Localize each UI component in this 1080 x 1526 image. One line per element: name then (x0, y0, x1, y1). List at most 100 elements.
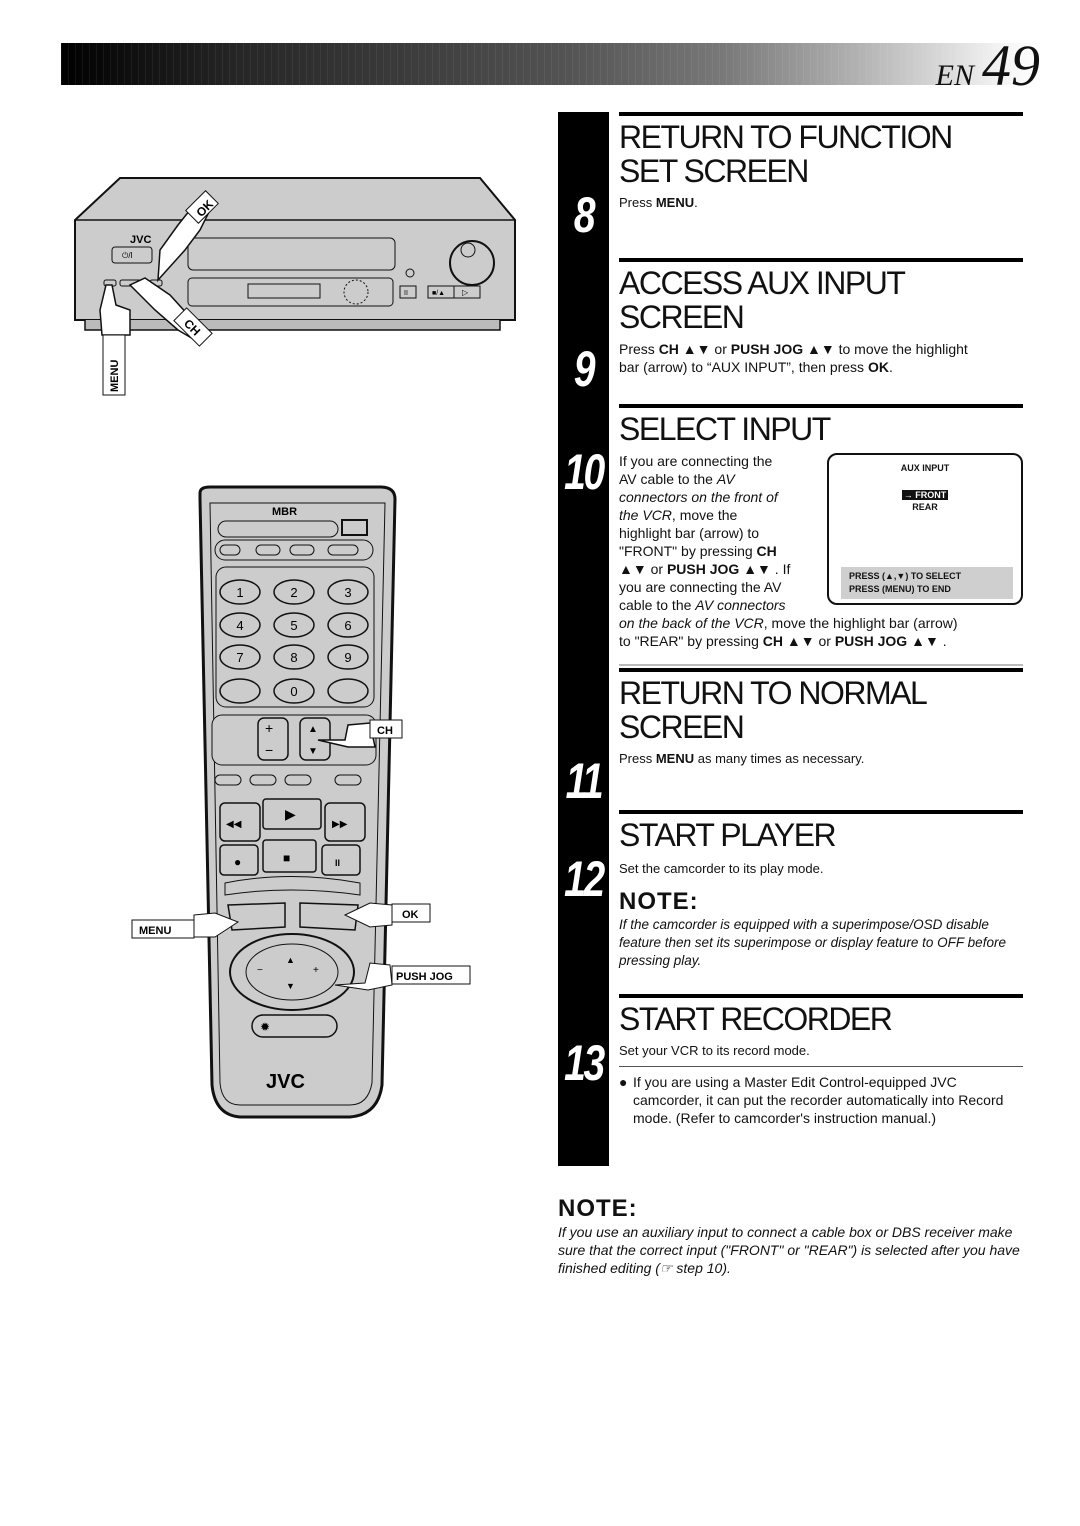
key-label: ▲▼ (619, 561, 647, 577)
pause-button[interactable] (321, 844, 361, 876)
text: . If (770, 561, 791, 577)
osd-title: AUX INPUT (900, 463, 950, 473)
osd-footer-line: PRESS (MENU) TO END (849, 584, 951, 594)
text: to move the highlight (834, 341, 968, 357)
text: step 10). (672, 1260, 731, 1276)
remote-button[interactable] (255, 544, 281, 556)
vcr-pause-button[interactable] (399, 285, 417, 299)
step-number-11: 11 (565, 753, 604, 809)
remote-menu-button[interactable] (227, 902, 286, 931)
remote-power-button[interactable] (341, 519, 368, 536)
section-rule (619, 404, 1023, 408)
section-rule (619, 668, 1023, 672)
keypad-digit: 7 (236, 650, 243, 665)
text: Press (619, 751, 656, 766)
step-9-text: Press CH ▲▼ or PUSH JOG ▲▼ to move the h… (619, 340, 1023, 376)
pause-icon: II (335, 858, 340, 868)
pointing-hand-icon: ☞ (659, 1260, 673, 1276)
section-rule (619, 258, 1023, 262)
rewind-icon: ◀◀ (226, 819, 242, 830)
text: as many times as necessary. (694, 751, 865, 766)
step-13-section: START RECORDER Set your VCR to its recor… (619, 994, 1023, 1127)
remote-button[interactable] (214, 774, 242, 786)
bullet-text: If you are using a Master Edit Control-e… (633, 1074, 1004, 1126)
step-11-title: RETURN TO NORMAL SCREEN (619, 676, 1023, 744)
step-8-title: RETURN TO FUNCTION SET SCREEN (619, 120, 1023, 188)
remote-button[interactable] (327, 544, 359, 556)
step-9-section: ACCESS AUX INPUT SCREEN Press CH ▲▼ or P… (619, 258, 1023, 376)
keypad-digit: 8 (290, 650, 297, 665)
ch-label: CH (377, 725, 393, 737)
section-rule (619, 994, 1023, 998)
remote-button[interactable] (249, 774, 277, 786)
bullet-icon: ● (619, 1074, 628, 1090)
step-number-9: 9 (573, 341, 596, 397)
remote-brand-logo: JVC (266, 1071, 305, 1093)
step-12-text: Set the camcorder to its play mode. (619, 861, 824, 876)
step-10-title: SELECT INPUT (619, 411, 831, 447)
key-label: OK (867, 359, 889, 375)
vcr-brand-logo: JVC (130, 234, 151, 246)
remote-button[interactable] (327, 678, 369, 704)
text: the VCR (619, 507, 672, 523)
step-13-title: START RECORDER (619, 1001, 893, 1037)
down-arrow-icon: ▼ (286, 981, 295, 991)
text: . (938, 633, 947, 649)
step-number-8: 8 (573, 187, 596, 243)
keypad-digit: 6 (344, 618, 351, 633)
vcr-power-label: ⏻/I (122, 251, 133, 260)
section-rule (619, 810, 1023, 814)
final-note-heading: NOTE: (558, 1195, 638, 1222)
ok-label: OK (402, 909, 419, 921)
text: Press (619, 195, 656, 210)
key-label: CH ▲▼ (762, 633, 815, 649)
text: or (710, 341, 731, 357)
remote-button[interactable] (289, 544, 315, 556)
remote-switch[interactable] (334, 774, 362, 786)
stop-icon: ■ (283, 851, 290, 865)
osd-footer: PRESS (▲,▼) TO SELECT PRESS (MENU) TO EN… (841, 567, 1013, 599)
step-8-text: Press MENU. (619, 194, 1023, 212)
divider (619, 1066, 1023, 1067)
remote-button[interactable] (284, 774, 312, 786)
step-number-10: 10 (564, 444, 605, 500)
remote-button[interactable] (219, 678, 261, 704)
stop-eject-icon: ■/▲ (432, 290, 445, 297)
play-icon: ▷ (462, 288, 469, 297)
minus-icon: − (257, 965, 263, 976)
step-12-note-text: If the camcorder is equipped with a supe… (619, 917, 1006, 968)
step-number-column (558, 112, 609, 1166)
divider (619, 664, 1023, 666)
text: . (888, 359, 893, 375)
text: AV (716, 471, 735, 487)
final-note-text: If you use an auxiliary input to connect… (558, 1223, 1028, 1277)
vcr-illustration: JVC ⏻/I II ■/▲ ▷ OK CH MENU (74, 177, 516, 396)
keypad-digit: 2 (290, 585, 297, 600)
step-11-text: Press MENU as many times as necessary. (619, 750, 1023, 768)
text: on the back of the VCR (619, 615, 764, 631)
text: or (814, 633, 835, 649)
up-arrow-icon: ▲ (308, 724, 318, 735)
plus-icon: + (313, 965, 319, 976)
title-line: ACCESS AUX INPUT (619, 265, 906, 301)
title-line: RETURN TO FUNCTION (619, 119, 953, 155)
text: If you use an auxiliary input to connect… (558, 1224, 1020, 1276)
remote-switch[interactable] (219, 544, 241, 556)
remote-illustration: MBR 1 2 3 4 5 6 7 8 9 0 + − ▲ ▼ CH ◀◀ ▶ ▶▶ ● ■ II… (131, 485, 471, 1119)
text: , move the (671, 507, 738, 523)
vcr-jog-dial[interactable] (449, 240, 495, 286)
text: AV connectors (695, 597, 786, 613)
step-10-text: If you are connecting the AV cable to th… (619, 452, 819, 614)
step-9-title: ACCESS AUX INPUT SCREEN (619, 266, 1023, 334)
text: to "REAR" by pressing (619, 633, 763, 649)
step-13-text: Set your VCR to its record mode. (619, 1043, 810, 1058)
title-line: SCREEN (619, 709, 745, 745)
step-12-section: START PLAYER Set the camcorder to its pl… (619, 810, 1023, 970)
record-icon: ● (234, 855, 241, 869)
key-label: CH ▲▼ (658, 341, 711, 357)
keypad-digit: 9 (344, 650, 351, 665)
menu-label: MENU (109, 360, 121, 392)
fast-forward-icon: ▶▶ (332, 819, 348, 830)
section-rule (619, 112, 1023, 116)
menu-key-label: MENU (655, 195, 695, 210)
